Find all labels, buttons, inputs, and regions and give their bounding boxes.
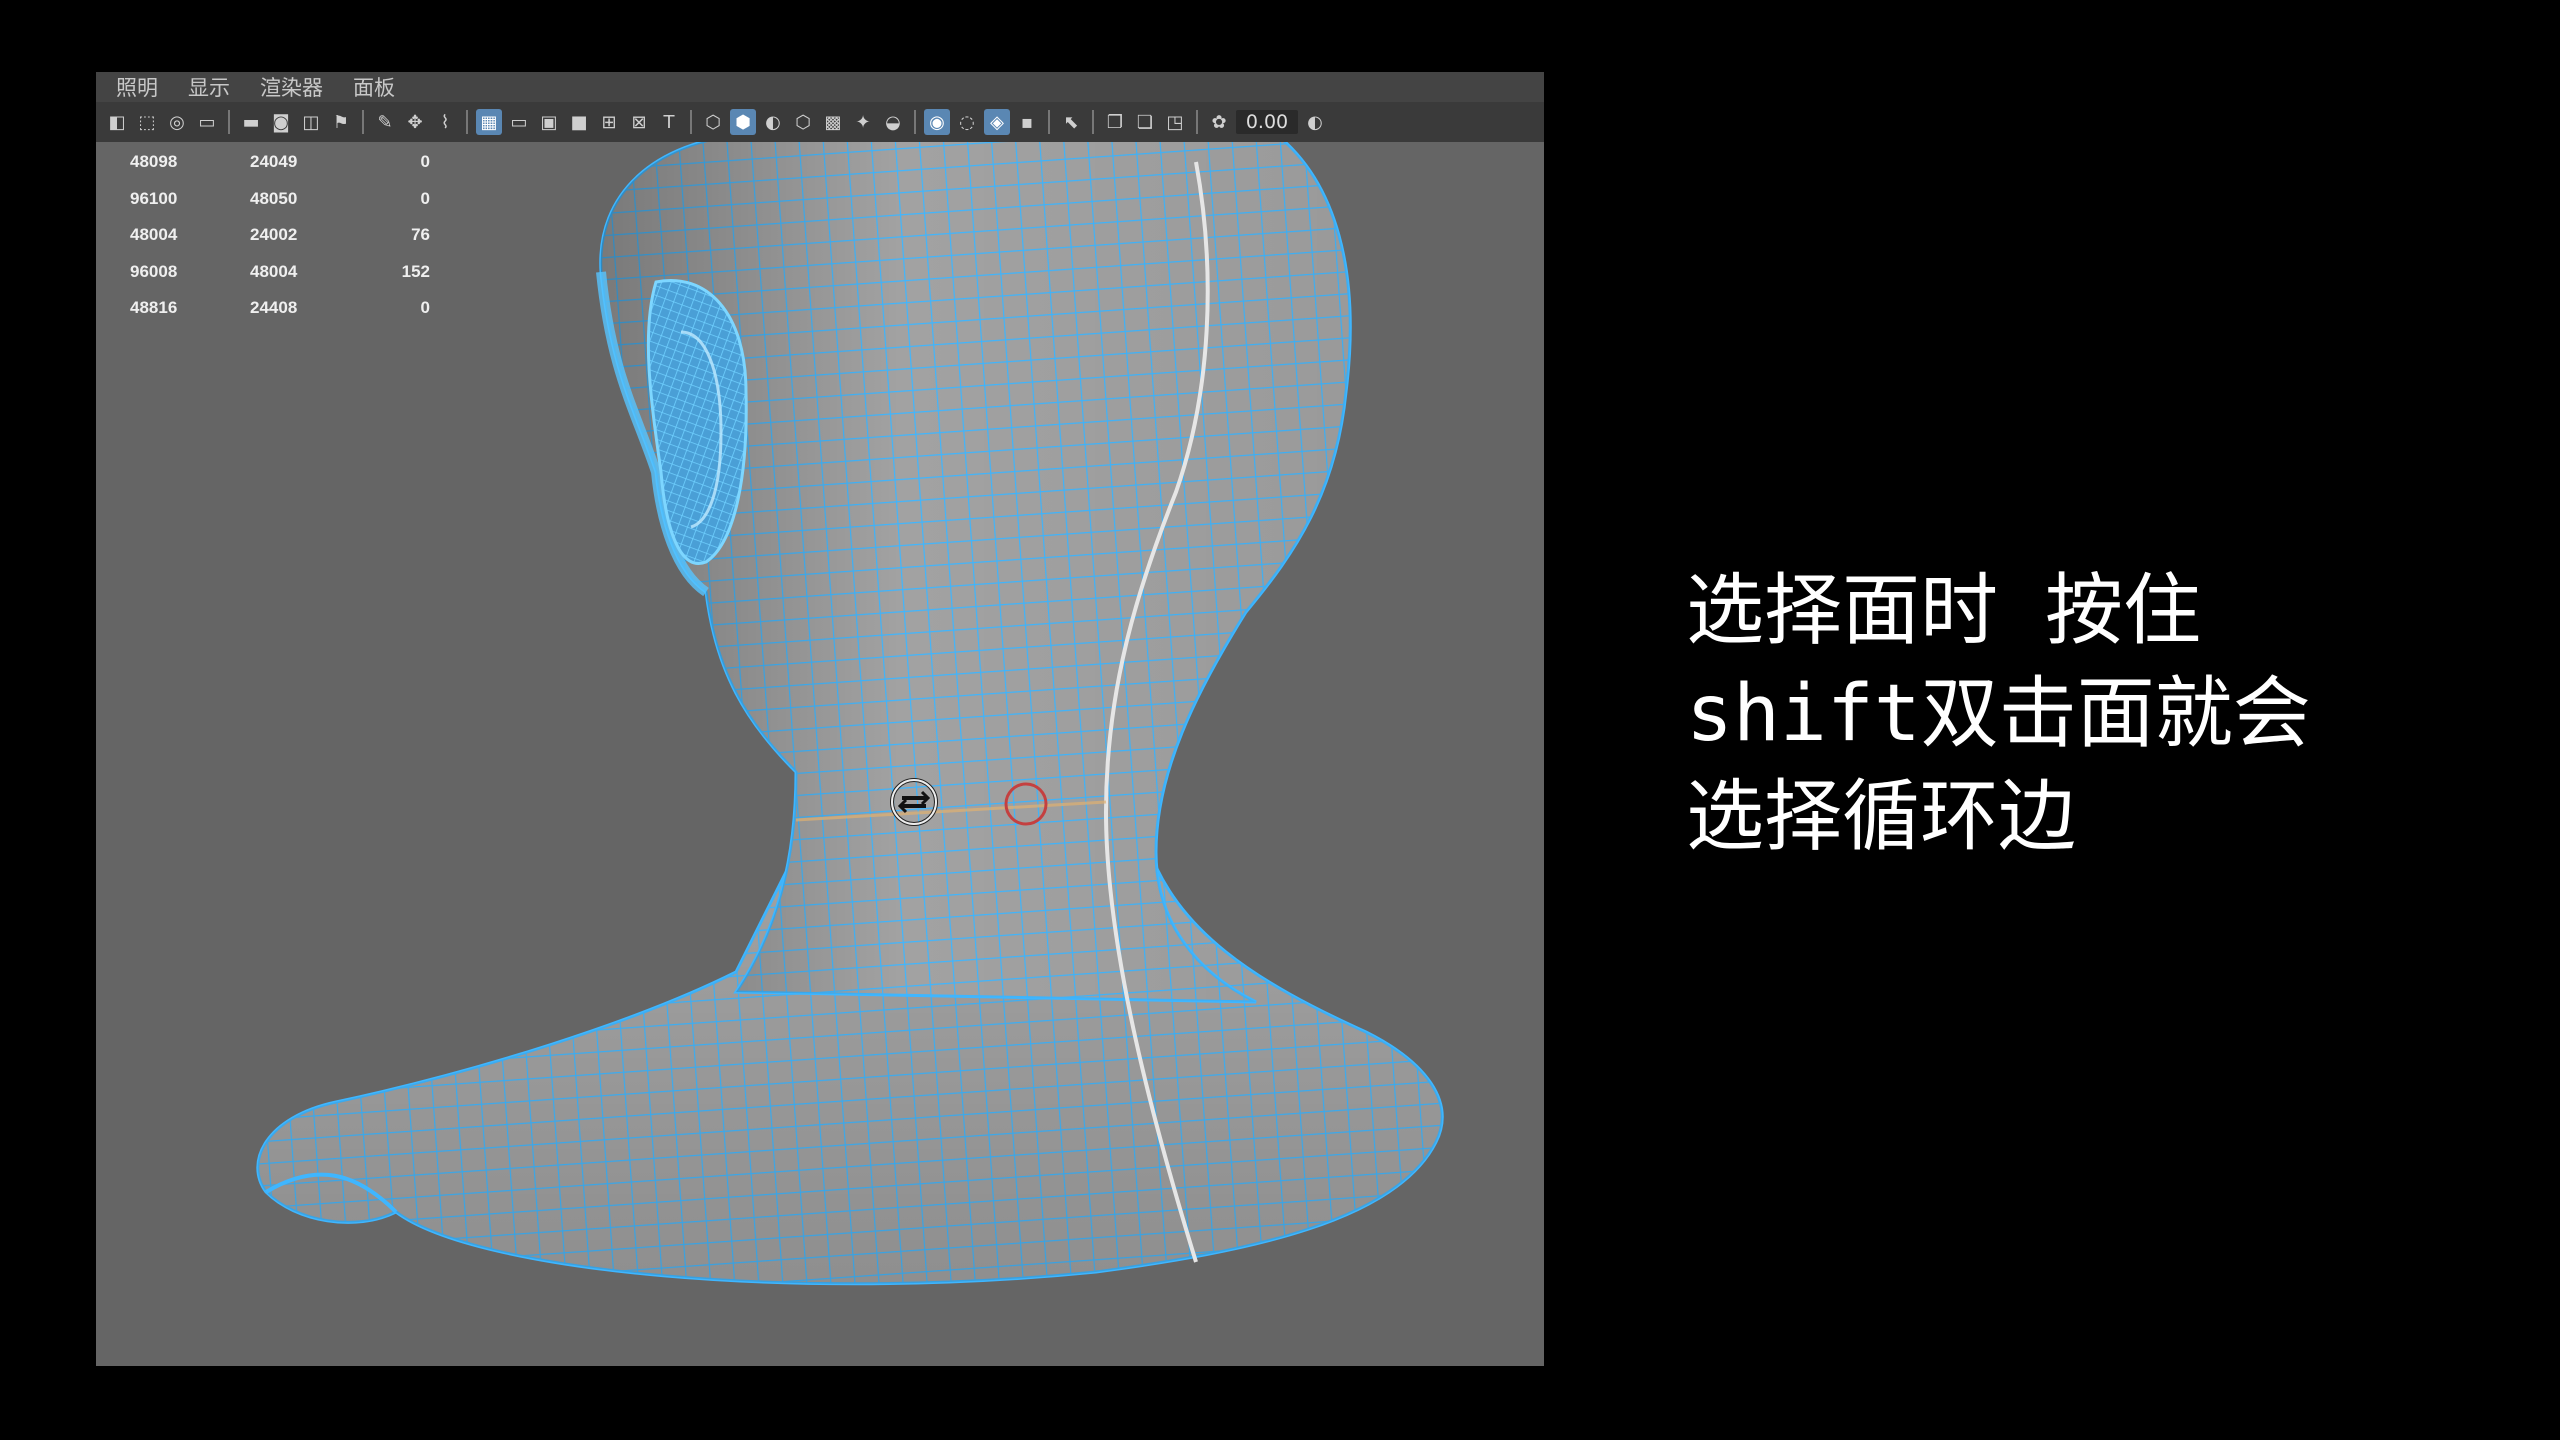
- hud-cell: 24049: [250, 152, 298, 172]
- bookmark-icon[interactable]: ◎: [164, 109, 190, 135]
- gate-mask-icon[interactable]: ▣: [536, 109, 562, 135]
- caption-line-3: 选择循环边: [1686, 772, 2077, 862]
- hud-cell: 48004: [250, 261, 298, 281]
- xray-icon[interactable]: ◉: [924, 109, 950, 135]
- ambient-occlusion-icon[interactable]: ▪: [1014, 109, 1040, 135]
- resolution-gate-icon[interactable]: ▭: [506, 109, 532, 135]
- hud-cell: 96008: [130, 261, 178, 281]
- viewport-panel[interactable]: 照明 显示 渲染器 面板 ◧ ⬚ ◎ ▭ ▬ ◙ ◫ ⚑ ✎ ✥ ⌇ ▦ ▭ ▣ ■ ⊞ ⊠ T ⬡ ⬢ ◐ ⬡ ▩ ✦ ◒ ◉ ◌…: [96, 72, 1544, 1366]
- image-plane-icon[interactable]: ◫: [298, 109, 324, 135]
- film-gate-icon[interactable]: ▭: [194, 109, 220, 135]
- hud-row-edges: 96100 48050 0: [130, 181, 430, 218]
- brush-icon[interactable]: ⌇: [432, 109, 458, 135]
- toolbar-separator: [1092, 110, 1094, 134]
- lock-camera-icon[interactable]: ⬚: [134, 109, 160, 135]
- hud-cell: 24408: [250, 298, 298, 318]
- screen-space-icon[interactable]: ◳: [1162, 109, 1188, 135]
- exposure-field[interactable]: 0.00: [1236, 110, 1298, 134]
- hud-cell: 152: [401, 261, 430, 281]
- camera-attr-icon[interactable]: ◙: [268, 109, 294, 135]
- multisample-icon[interactable]: ❐: [1102, 109, 1128, 135]
- menu-show[interactable]: 显示: [188, 72, 230, 102]
- hud-cell: 0: [420, 188, 430, 208]
- default-material-icon[interactable]: ◐: [760, 109, 786, 135]
- safe-action-icon[interactable]: ⊞: [596, 109, 622, 135]
- isolate-select-icon[interactable]: ◈: [984, 109, 1010, 135]
- hud-row-tris: 96008 48004 152: [130, 254, 430, 291]
- toolbar-separator: [228, 110, 230, 134]
- gamma-icon[interactable]: ◐: [1302, 109, 1328, 135]
- camera-select-icon[interactable]: ◧: [104, 109, 130, 135]
- hud-cell: 48004: [130, 225, 178, 245]
- exposure-icon[interactable]: ✿: [1206, 109, 1232, 135]
- text-icon[interactable]: T: [656, 109, 682, 135]
- field-chart-icon[interactable]: ■: [566, 109, 592, 135]
- grid-icon[interactable]: ▦: [476, 109, 502, 135]
- menu-lighting[interactable]: 照明: [116, 72, 158, 102]
- menu-renderer[interactable]: 渲染器: [260, 72, 323, 102]
- hud-cell: 96100: [130, 188, 178, 208]
- hud-cell: 48098: [130, 152, 178, 172]
- hud-cell: 48816: [130, 298, 178, 318]
- hud-cell: 0: [420, 152, 430, 172]
- wireframe-icon[interactable]: ⬡: [700, 109, 726, 135]
- menu-panels[interactable]: 面板: [353, 72, 395, 102]
- lights-icon[interactable]: ✦: [850, 109, 876, 135]
- wireframe-on-shaded-icon[interactable]: ⬡: [790, 109, 816, 135]
- shadows-icon[interactable]: ◒: [880, 109, 906, 135]
- hud-row-uvs: 48816 24408 0: [130, 290, 430, 327]
- xray-joints-icon[interactable]: ◌: [954, 109, 980, 135]
- tutorial-caption: 选择面时 按住 shift双击面就会 选择循环边: [1686, 560, 2506, 869]
- toolbar-separator: [1048, 110, 1050, 134]
- motion-blur-icon[interactable]: ❏: [1132, 109, 1158, 135]
- viewport-toolbar: ◧ ⬚ ◎ ▭ ▬ ◙ ◫ ⚑ ✎ ✥ ⌇ ▦ ▭ ▣ ■ ⊞ ⊠ T ⬡ ⬢ ◐ ⬡ ▩ ✦ ◒ ◉ ◌ ◈ ▪ ⬉ ❐ ❏ ◳ ✿ 0.00 ◐: [96, 102, 1544, 142]
- toolbar-separator: [466, 110, 468, 134]
- 2d-pan-icon[interactable]: ✥: [402, 109, 428, 135]
- caption-line-1: 选择面时 按住: [1686, 566, 2201, 656]
- safe-title-icon[interactable]: ⊠: [626, 109, 652, 135]
- camera-icon[interactable]: ▬: [238, 109, 264, 135]
- smooth-shade-icon[interactable]: ⬢: [730, 109, 756, 135]
- toolbar-separator: [914, 110, 916, 134]
- hud-cell: 0: [420, 298, 430, 318]
- hud-cell: 48050: [250, 188, 298, 208]
- hud-row-faces: 48004 24002 76: [130, 217, 430, 254]
- hud-cell: 76: [411, 225, 430, 245]
- select-camera-icon[interactable]: ⬉: [1058, 109, 1084, 135]
- toolbar-separator: [362, 110, 364, 134]
- viewport-menubar: 照明 显示 渲染器 面板: [96, 72, 1544, 102]
- toolbar-separator: [690, 110, 692, 134]
- grease-pencil-icon[interactable]: ✎: [372, 109, 398, 135]
- hud-row-verts: 48098 24049 0: [130, 144, 430, 181]
- textured-icon[interactable]: ▩: [820, 109, 846, 135]
- hud-cell: 24002: [250, 225, 298, 245]
- flag-icon[interactable]: ⚑: [328, 109, 354, 135]
- hud-poly-count: 48098 24049 0 96100 48050 0 48004 24002 …: [130, 144, 430, 327]
- toolbar-separator: [1196, 110, 1198, 134]
- caption-line-2: shift双击面就会: [1686, 669, 2311, 759]
